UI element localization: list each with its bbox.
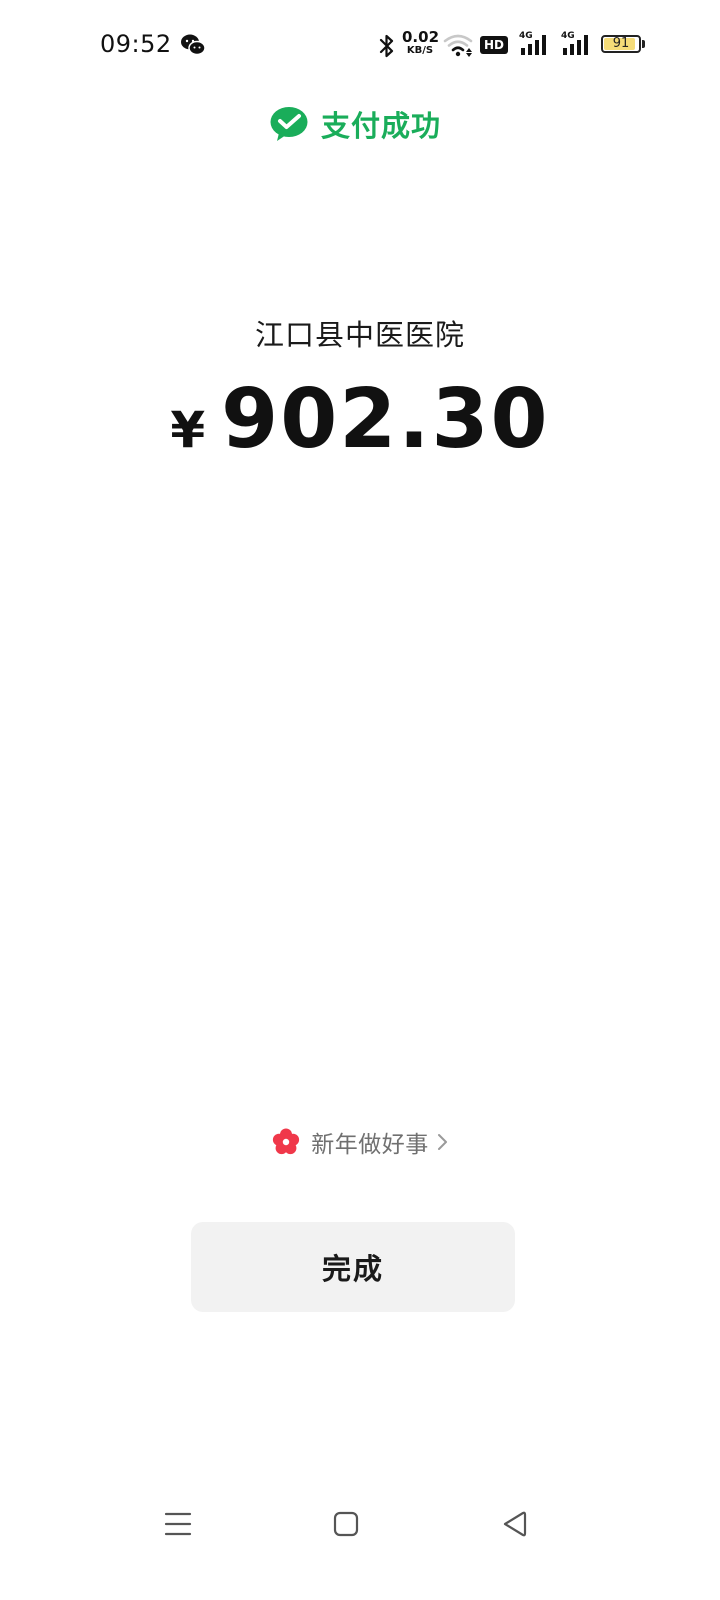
battery-cap: [642, 40, 645, 48]
red-flower-icon: [273, 1128, 300, 1155]
signal-bars-icon: [521, 35, 546, 55]
hd-voice-badge: HD: [480, 36, 508, 54]
network-speed-value: 0.02: [402, 28, 440, 46]
signal-bars-icon: [563, 35, 588, 55]
bluetooth-icon: [379, 34, 394, 58]
merchant-name: 江口县中医医院: [254, 318, 465, 352]
signal-strength-1: 4G: [519, 31, 551, 56]
home-square-icon[interactable]: [330, 1508, 362, 1540]
back-triangle-icon[interactable]: [498, 1508, 530, 1540]
payment-status-header: 支付成功: [0, 100, 720, 148]
network-speed: 0.02 KB/S: [402, 28, 440, 56]
battery-indicator: 91: [601, 35, 641, 53]
payment-success-title: 支付成功: [320, 109, 441, 143]
chevron-right-icon: [437, 1134, 447, 1150]
done-button[interactable]: 完成: [191, 1222, 515, 1312]
wechat-notification-icon: [181, 34, 206, 56]
currency-symbol: ¥: [170, 401, 206, 459]
payment-success-screen: 09:52 0.02 KB/S HD 4G 4G 91 支付成功 江口县中医医院…: [0, 0, 720, 1600]
signal-strength-2: 4G: [561, 31, 593, 56]
status-bar: 09:52 0.02 KB/S HD 4G 4G 91: [0, 0, 720, 92]
charity-link-label: 新年做好事: [311, 1132, 429, 1158]
payment-amount: ¥ 902.30: [0, 372, 720, 467]
wechat-pay-success-icon: [270, 107, 308, 141]
charity-link[interactable]: 新年做好事: [0, 1122, 720, 1162]
status-time: 09:52: [100, 30, 172, 58]
battery-level-text: 91: [612, 36, 630, 51]
network-speed-unit: KB/S: [406, 45, 434, 56]
amount-value: 902.30: [221, 372, 550, 467]
menu-icon[interactable]: [162, 1508, 194, 1540]
wifi-icon: [443, 34, 473, 57]
